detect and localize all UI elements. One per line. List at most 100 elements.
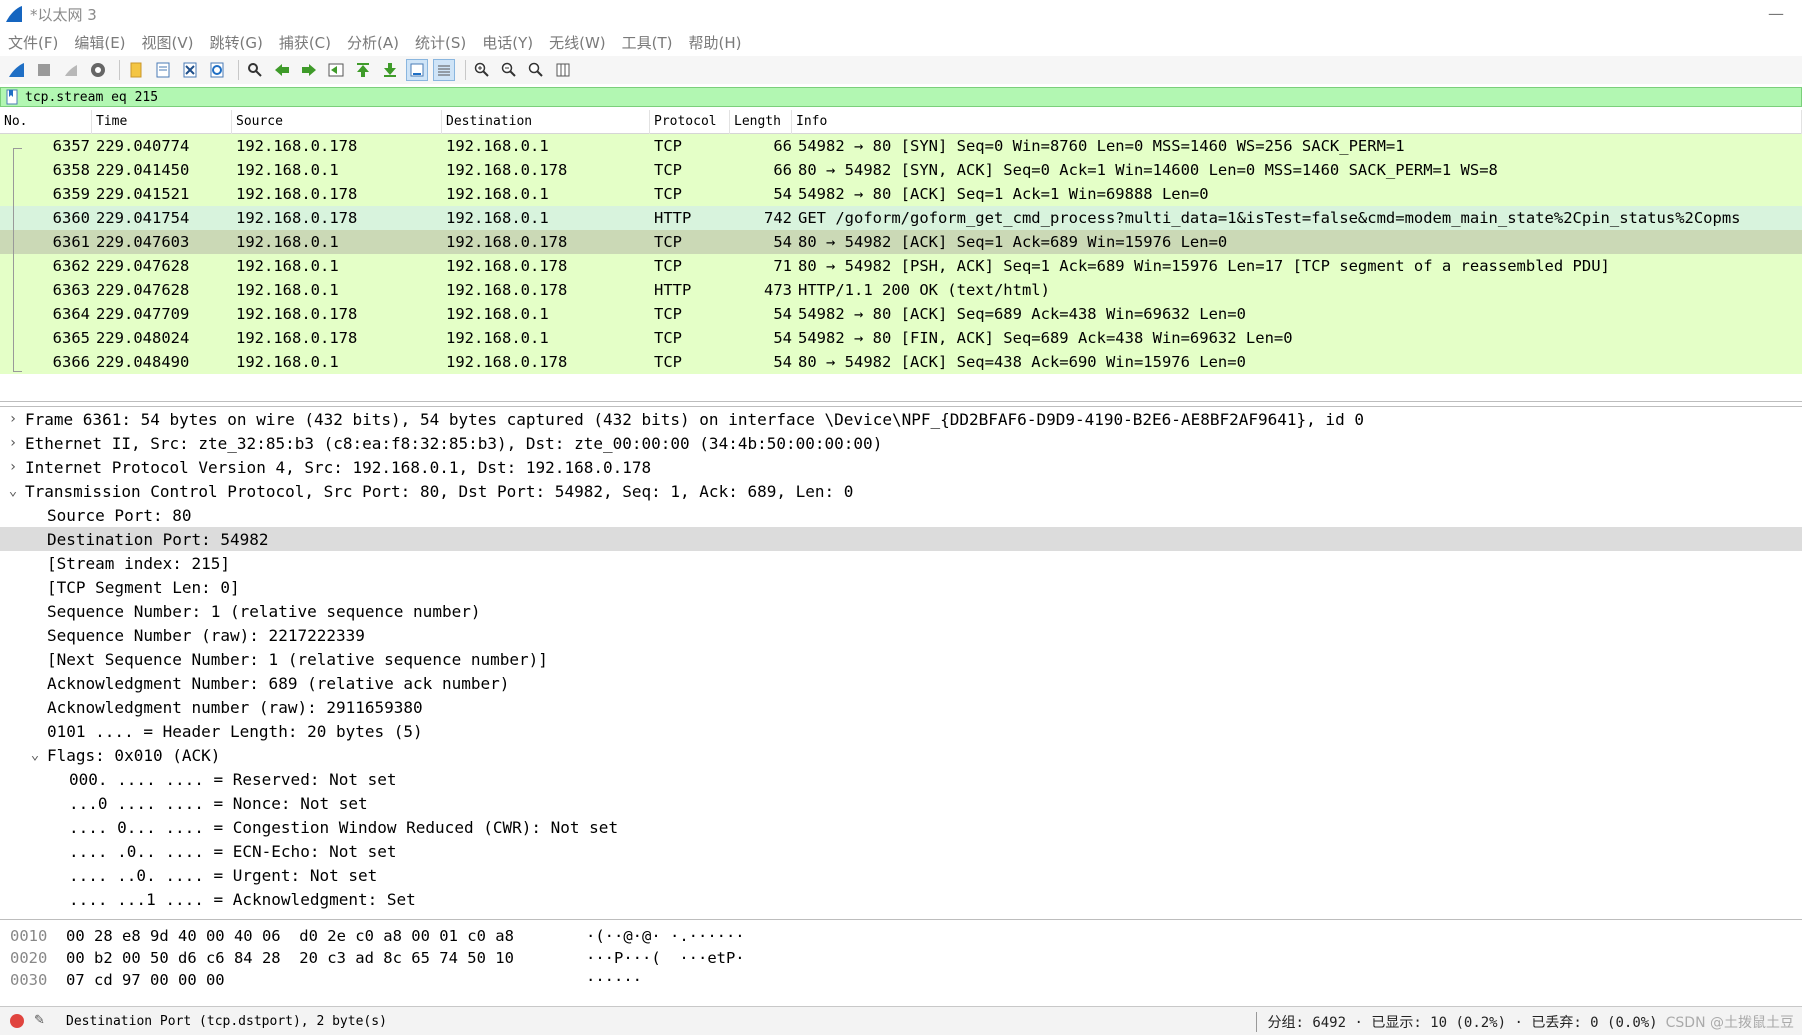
stop-capture-icon[interactable] bbox=[33, 59, 55, 81]
detail-tree-label: 0101 .... = Header Length: 20 bytes (5) bbox=[47, 721, 423, 741]
cell-destination: 192.168.0.1 bbox=[446, 329, 549, 347]
menu-telephony[interactable]: 电话(Y) bbox=[482, 32, 533, 53]
packet-row[interactable]: 6361 229.047603 192.168.0.1 192.168.0.178 TC… bbox=[0, 230, 1802, 254]
cell-protocol: HTTP bbox=[654, 209, 692, 227]
find-packet-icon[interactable] bbox=[244, 59, 266, 81]
detail-tree-item[interactable]: .... 0... .... = Congestion Window Reduc… bbox=[0, 815, 1802, 839]
detail-tree-item[interactable]: › Internet Protocol Version 4, Src: 192.1… bbox=[0, 455, 1802, 479]
collapsed-arrow-icon[interactable]: › bbox=[6, 459, 20, 475]
go-first-packet-icon[interactable] bbox=[352, 59, 374, 81]
go-forward-icon[interactable] bbox=[298, 59, 320, 81]
normal-size-icon[interactable] bbox=[525, 59, 547, 81]
column-header-destination[interactable]: Destination bbox=[442, 109, 650, 134]
cell-info: GET /goform/goform_get_cmd_process?multi… bbox=[798, 209, 1741, 227]
detail-tree-item[interactable]: Acknowledgment Number: 689 (relative ack… bbox=[0, 671, 1802, 695]
display-filter-bar[interactable]: tcp.stream eq 215 bbox=[0, 87, 1802, 107]
autoscroll-icon[interactable] bbox=[406, 59, 428, 81]
detail-tree-item[interactable]: Destination Port: 54982 bbox=[0, 527, 1802, 551]
menu-wireless[interactable]: 无线(W) bbox=[549, 32, 606, 53]
detail-tree-item[interactable]: › Frame 6361: 54 bytes on wire (432 bits)… bbox=[0, 407, 1802, 431]
cell-length: 473 bbox=[764, 281, 792, 299]
detail-tree-item[interactable]: [Next Sequence Number: 1 (relative seque… bbox=[0, 647, 1802, 671]
save-file-icon[interactable] bbox=[152, 59, 174, 81]
close-file-icon[interactable] bbox=[179, 59, 201, 81]
packet-row[interactable]: 6362 229.047628 192.168.0.1 192.168.0.178 TC… bbox=[0, 254, 1802, 278]
cell-source: 192.168.0.1 bbox=[236, 281, 339, 299]
go-to-packet-icon[interactable] bbox=[325, 59, 347, 81]
menu-help[interactable]: 帮助(H) bbox=[689, 32, 742, 53]
cell-length: 54 bbox=[773, 329, 792, 347]
menu-tools[interactable]: 工具(T) bbox=[622, 32, 673, 53]
packet-row[interactable]: 6365 229.048024 192.168.0.178 192.168.0.1 TC… bbox=[0, 326, 1802, 350]
menu-file[interactable]: 文件(F) bbox=[8, 32, 58, 53]
capture-options-icon[interactable] bbox=[87, 59, 109, 81]
display-filter-input[interactable]: tcp.stream eq 215 bbox=[25, 90, 158, 105]
cell-info: 54982 → 80 [FIN, ACK] Seq=689 Ack=438 Wi… bbox=[798, 329, 1293, 347]
detail-tree-item[interactable]: ⌄ Flags: 0x010 (ACK) bbox=[0, 743, 1802, 767]
colorize-icon[interactable] bbox=[433, 59, 455, 81]
status-field-info: Destination Port (tcp.dstport), 2 byte(s… bbox=[66, 1013, 387, 1029]
minimize-button[interactable]: — bbox=[1768, 4, 1784, 23]
detail-tree-item[interactable]: Source Port: 80 bbox=[0, 503, 1802, 527]
packet-list-pane[interactable]: No. Time Source Destination Protocol Len… bbox=[0, 109, 1802, 402]
packet-row[interactable]: 6360 229.041754 192.168.0.178 192.168.0.1 HT… bbox=[0, 206, 1802, 230]
packet-row[interactable]: 6358 229.041450 192.168.0.1 192.168.0.178 TC… bbox=[0, 158, 1802, 182]
expanded-arrow-icon[interactable]: ⌄ bbox=[6, 483, 20, 499]
detail-tree-item[interactable]: 000. .... .... = Reserved: Not set bbox=[0, 767, 1802, 791]
detail-tree-item[interactable]: .... ...1 .... = Acknowledgment: Set bbox=[0, 887, 1802, 911]
detail-tree-item[interactable]: Sequence Number: 1 (relative sequence nu… bbox=[0, 599, 1802, 623]
detail-tree-item[interactable]: Sequence Number (raw): 2217222339 bbox=[0, 623, 1802, 647]
detail-tree-item[interactable]: [Stream index: 215] bbox=[0, 551, 1802, 575]
go-back-icon[interactable] bbox=[271, 59, 293, 81]
collapsed-arrow-icon[interactable]: › bbox=[6, 435, 20, 451]
capture-comment-icon[interactable]: ✎ bbox=[34, 1013, 50, 1029]
detail-tree-item[interactable]: Acknowledgment number (raw): 2911659380 bbox=[0, 695, 1802, 719]
restart-capture-icon[interactable] bbox=[60, 59, 82, 81]
bytes-row[interactable]: 0020 00 b2 00 50 d6 c6 84 28 20 c3 ad 8c … bbox=[0, 947, 1802, 969]
packet-row[interactable]: 6363 229.047628 192.168.0.1 192.168.0.178 HT… bbox=[0, 278, 1802, 302]
zoom-in-icon[interactable] bbox=[471, 59, 493, 81]
bytes-row[interactable]: 0030 07 cd 97 00 00 00 ······ bbox=[0, 969, 1802, 991]
packet-row[interactable]: 6357 229.040774 192.168.0.178 192.168.0.1 TC… bbox=[0, 134, 1802, 158]
detail-tree-item[interactable]: .... ..0. .... = Urgent: Not set bbox=[0, 863, 1802, 887]
column-header-no[interactable]: No. bbox=[0, 109, 92, 134]
packet-row[interactable]: 6366 229.048490 192.168.0.1 192.168.0.178 TC… bbox=[0, 350, 1802, 374]
start-capture-icon[interactable] bbox=[6, 59, 28, 81]
column-header-length[interactable]: Length bbox=[730, 109, 792, 134]
column-header-source[interactable]: Source bbox=[232, 109, 442, 134]
detail-tree-item[interactable]: ...0 .... .... = Nonce: Not set bbox=[0, 791, 1802, 815]
menu-go[interactable]: 跳转(G) bbox=[210, 32, 263, 53]
menu-capture[interactable]: 捕获(C) bbox=[279, 32, 331, 53]
packet-details-pane[interactable]: › Frame 6361: 54 bytes on wire (432 bits)… bbox=[0, 406, 1802, 920]
detail-tree-item[interactable]: ⌄ Transmission Control Protocol, Src Port… bbox=[0, 479, 1802, 503]
column-header-protocol[interactable]: Protocol bbox=[650, 109, 730, 134]
cell-time: 229.047603 bbox=[96, 233, 190, 251]
column-header-time[interactable]: Time bbox=[92, 109, 232, 134]
expanded-arrow-icon[interactable]: ⌄ bbox=[28, 747, 42, 763]
zoom-out-icon[interactable] bbox=[498, 59, 520, 81]
packet-row[interactable]: 6359 229.041521 192.168.0.178 192.168.0.1 TC… bbox=[0, 182, 1802, 206]
go-last-packet-icon[interactable] bbox=[379, 59, 401, 81]
detail-tree-item[interactable]: › Ethernet II, Src: zte_32:85:b3 (c8:ea:f… bbox=[0, 431, 1802, 455]
cell-protocol: TCP bbox=[654, 353, 682, 371]
reload-file-icon[interactable] bbox=[206, 59, 228, 81]
detail-tree-label: Acknowledgment Number: 689 (relative ack… bbox=[47, 673, 510, 693]
cell-length: 742 bbox=[764, 209, 792, 227]
column-header-info[interactable]: Info bbox=[792, 109, 1802, 134]
filter-bookmark-icon[interactable] bbox=[5, 89, 19, 105]
bytes-row[interactable]: 0010 00 28 e8 9d 40 00 40 06 d0 2e c0 a8 … bbox=[0, 925, 1802, 947]
packet-bytes-pane[interactable]: 0010 00 28 e8 9d 40 00 40 06 d0 2e c0 a8 … bbox=[0, 925, 1802, 1005]
detail-tree-item[interactable]: [TCP Segment Len: 0] bbox=[0, 575, 1802, 599]
resize-columns-icon[interactable] bbox=[552, 59, 574, 81]
menu-edit[interactable]: 编辑(E) bbox=[74, 32, 125, 53]
menu-view[interactable]: 视图(V) bbox=[142, 32, 194, 53]
packet-row[interactable]: 6364 229.047709 192.168.0.178 192.168.0.1 TC… bbox=[0, 302, 1802, 326]
menu-analyze[interactable]: 分析(A) bbox=[347, 32, 399, 53]
menu-statistics[interactable]: 统计(S) bbox=[415, 32, 466, 53]
detail-tree-item[interactable]: .... .0.. .... = ECN-Echo: Not set bbox=[0, 839, 1802, 863]
collapsed-arrow-icon[interactable]: › bbox=[6, 411, 20, 427]
open-file-icon[interactable] bbox=[125, 59, 147, 81]
detail-tree-item[interactable]: 0101 .... = Header Length: 20 bytes (5) bbox=[0, 719, 1802, 743]
expert-info-icon[interactable] bbox=[10, 1014, 24, 1028]
cell-source: 192.168.0.1 bbox=[236, 161, 339, 179]
